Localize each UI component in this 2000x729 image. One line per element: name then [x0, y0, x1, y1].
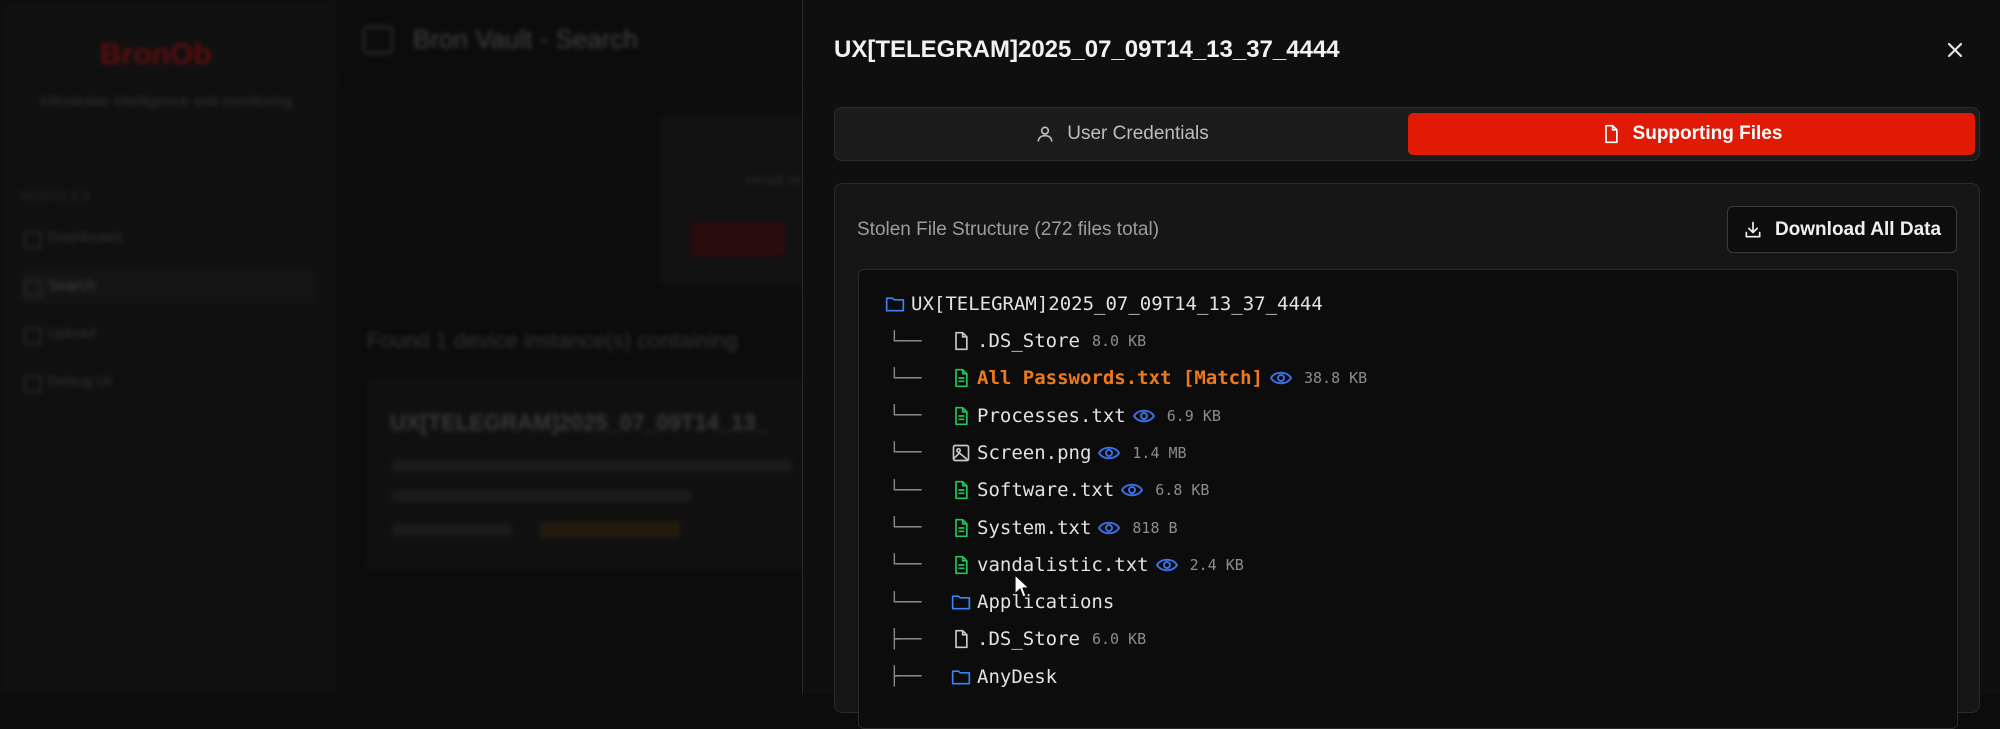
tab-bar: User Credentials Supporting Files [834, 107, 1980, 161]
file-name[interactable]: System.txt [977, 517, 1091, 539]
file-text-icon [955, 518, 968, 537]
eye-icon[interactable] [1098, 519, 1121, 537]
tab-user-credentials[interactable]: User Credentials [841, 113, 1403, 155]
eye-icon[interactable] [1132, 407, 1155, 425]
folder-icon [885, 297, 905, 312]
tree-root-label: UX[TELEGRAM]2025_07_09T14_13_37_4444 [911, 293, 1323, 315]
file-text-icon [955, 406, 968, 425]
tree-entry[interactable]: └── .DS_Store 8.0 KB [889, 326, 1146, 356]
file-text-icon [955, 481, 968, 500]
tree-entry[interactable]: └── Applications [889, 587, 1114, 617]
file-size: 6.8 KB [1155, 481, 1210, 500]
app-logo: BronOb [100, 38, 212, 71]
file-size: 8.0 KB [1091, 332, 1147, 350]
folder-icon [951, 670, 971, 685]
file-text-icon [955, 555, 968, 574]
image-icon [952, 444, 970, 462]
eye-icon[interactable] [1121, 481, 1144, 499]
file-name[interactable]: Processes.txt [977, 405, 1126, 427]
device-details-drawer: UX[TELEGRAM]2025_07_09T14_13_37_4444 Use… [802, 0, 2000, 729]
tree-entry[interactable]: └── Processes.txt 6.9 KB [889, 401, 1221, 431]
file-size: 1.4 MB [1132, 443, 1187, 462]
result-card-title: UX[TELEGRAM]2025_07_09T14_13_ [390, 410, 768, 435]
file-icon [1604, 124, 1618, 144]
file-size: 6.9 KB [1166, 406, 1221, 425]
tab-label: Supporting Files [1632, 123, 1783, 144]
tree-branch: ├── [889, 666, 922, 688]
tree-branch: └── [889, 591, 922, 613]
result-card-line [392, 460, 792, 472]
tree-entry[interactable]: ├── .DS_Store 6.0 KB [889, 624, 1146, 654]
nav-section-label: MODULES [20, 188, 92, 203]
file-name[interactable]: Software.txt [977, 479, 1114, 501]
tree-entry[interactable]: └── All Passwords.txt [Match] 38.8 KB [889, 363, 1367, 393]
file-name[interactable]: Applications [977, 591, 1114, 613]
result-card[interactable] [367, 378, 809, 570]
result-card-line [392, 490, 692, 502]
tree-branch: └── [889, 479, 922, 501]
drawer-title: UX[TELEGRAM]2025_07_09T14_13_37_4444 [834, 36, 1340, 63]
download-all-label: Download All Data [1774, 218, 1942, 240]
results-summary: Found 1 device instance(s) containing [367, 328, 738, 353]
file-name[interactable]: All Passwords.txt [Match] [977, 367, 1263, 389]
tree-branch: ├── [889, 628, 922, 650]
result-card-line [392, 524, 512, 536]
tab-supporting-files[interactable]: Supporting Files [1408, 113, 1975, 155]
tree-entry[interactable]: └── Screen.png 1.4 MB [889, 438, 1187, 468]
sidebar-item-debug[interactable]: Debug UI [20, 364, 315, 400]
tree-entry[interactable]: └── System.txt 818 B [889, 513, 1178, 543]
tree-branch: └── [889, 517, 922, 538]
file-size: 2.4 KB [1189, 555, 1244, 574]
tree-branch: └── [889, 442, 922, 464]
tree-entry[interactable]: ├── AnyDesk [889, 662, 1057, 692]
file-name[interactable]: .DS_Store [977, 628, 1080, 650]
eye-icon[interactable] [1269, 369, 1292, 387]
file-icon [955, 331, 968, 351]
user-icon [1037, 126, 1053, 142]
tree-entry[interactable]: └── vandalistic.txt 2.4 KB [889, 550, 1244, 580]
tab-label: User Credentials [1067, 123, 1209, 144]
tree-branch: └── [889, 367, 922, 389]
page-title: Bron Vault - Search [413, 24, 638, 54]
file-size: 818 B [1132, 518, 1178, 537]
tree-branch: └── [889, 330, 922, 352]
file-icon [955, 630, 968, 649]
sidebar-item-search[interactable]: Search [20, 268, 315, 304]
tree-entry[interactable]: └── Software.txt 6.8 KB [889, 475, 1209, 505]
close-button[interactable] [1943, 38, 1967, 62]
file-name[interactable]: vandalistic.txt [977, 554, 1149, 576]
file-size: 38.8 KB [1303, 369, 1368, 388]
result-card-badge [540, 522, 680, 538]
file-structure-title: Stolen File Structure (272 files total) [857, 219, 1160, 240]
sidebar-item-dashboard[interactable]: Dashboard [20, 220, 315, 256]
file-name[interactable]: .DS_Store [977, 330, 1080, 352]
file-tree: UX[TELEGRAM]2025_07_09T14_13_37_4444 └──… [858, 269, 1958, 729]
tree-branch: └── [889, 554, 922, 576]
search-button[interactable] [690, 222, 785, 256]
file-text-icon [955, 369, 968, 388]
sidebar-toggle-icon[interactable] [363, 26, 393, 54]
supporting-files-panel: Stolen File Structure (272 files total) … [834, 183, 1980, 729]
file-name[interactable]: AnyDesk [977, 666, 1057, 688]
file-size: 6.0 KB [1091, 630, 1147, 649]
mouse-cursor-icon [1014, 574, 1030, 598]
tree-branch: └── [889, 405, 922, 427]
folder-icon [951, 595, 971, 610]
tree-root[interactable]: UX[TELEGRAM]2025_07_09T14_13_37_4444 [885, 289, 1323, 319]
file-name[interactable]: Screen.png [977, 442, 1091, 464]
eye-icon[interactable] [1155, 556, 1178, 574]
download-all-button[interactable]: Download All Data [1727, 206, 1957, 253]
eye-icon[interactable] [1098, 444, 1121, 462]
sidebar-item-upload[interactable]: Upload [20, 316, 315, 352]
download-icon [1745, 221, 1761, 237]
close-icon [1947, 42, 1963, 58]
app-tagline: Infostealer intelligence and monitoring [39, 93, 293, 110]
